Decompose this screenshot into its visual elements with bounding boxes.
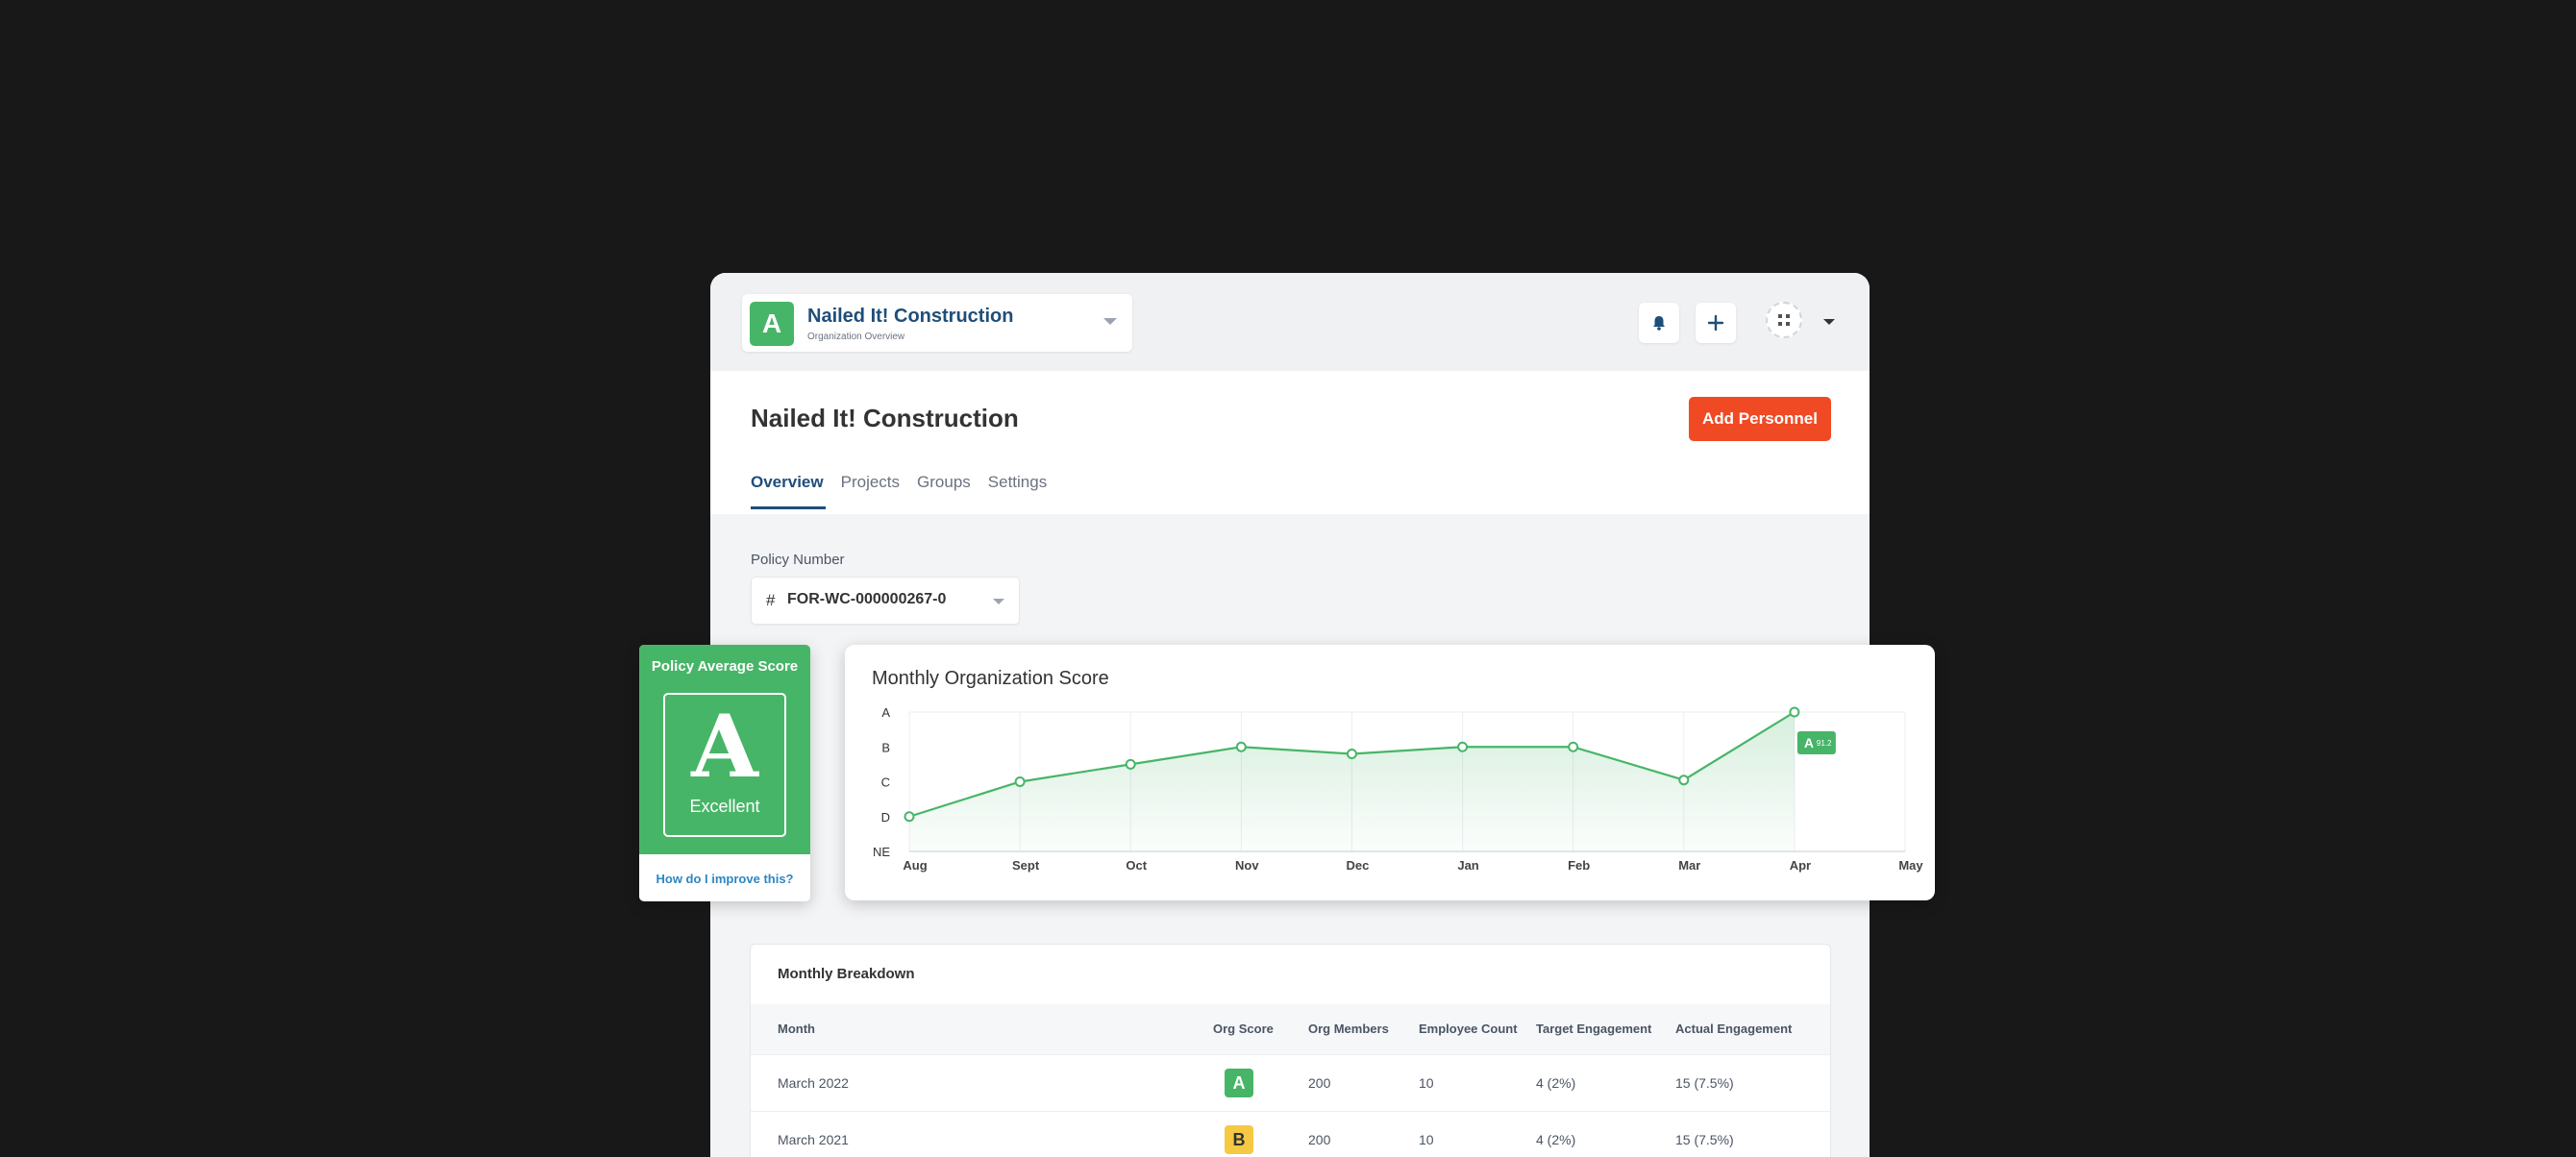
monthly-score-chart-card: Monthly Organization Score A B C D NE Aug Sept…	[845, 645, 1935, 900]
page-header: Nailed It! Construction Add Personnel Ov…	[710, 371, 1870, 514]
column-header-org-members: Org Members	[1308, 1022, 1389, 1036]
data-point	[1457, 741, 1469, 752]
column-header-org-score: Org Score	[1213, 1022, 1274, 1036]
cell-month: March 2022	[778, 1075, 849, 1091]
user-avatar[interactable]	[1766, 302, 1802, 338]
org-logo: A	[750, 302, 794, 346]
column-header-target-engagement: Target Engagement	[1536, 1022, 1652, 1036]
x-tick-label: Feb	[1568, 858, 1590, 873]
table-header-row: Month Org Score Org Members Employee Cou…	[751, 1004, 1830, 1054]
org-subtitle: Organization Overview	[807, 332, 905, 342]
cell-month: March 2021	[778, 1132, 849, 1147]
y-tick-label: NE	[873, 845, 890, 859]
policy-number-label: Policy Number	[751, 552, 845, 568]
monthly-breakdown-table: Monthly Breakdown Month Org Score Org Me…	[750, 944, 1831, 1157]
plus-icon	[1707, 314, 1724, 332]
cell-org-members: 200	[1308, 1132, 1331, 1147]
apps-icon	[1778, 314, 1790, 326]
x-tick-label: Sept	[1012, 858, 1040, 873]
data-point	[1014, 776, 1026, 787]
table-row[interactable]: March 2021 B 200 10 4 (2%) 15 (7.5%)	[751, 1111, 1830, 1157]
x-tick-label: Oct	[1126, 858, 1147, 873]
y-tick-label: C	[881, 775, 890, 790]
data-point	[1789, 706, 1800, 718]
org-name: Nailed It! Construction	[807, 306, 1014, 327]
tab-projects[interactable]: Projects	[841, 473, 900, 509]
org-switcher[interactable]: A Nailed It! Construction Organization O…	[742, 294, 1132, 352]
grade-badge: B	[1225, 1125, 1253, 1154]
tab-bar: Overview Projects Groups Settings	[751, 473, 1047, 509]
table-row[interactable]: March 2022 A 200 10 4 (2%) 15 (7.5%)	[751, 1054, 1830, 1111]
bell-icon	[1653, 316, 1665, 331]
tab-settings[interactable]: Settings	[988, 473, 1047, 509]
policy-number-value: FOR-WC-000000267-0	[787, 591, 947, 607]
data-point	[1678, 775, 1690, 786]
grade-badge: A	[1225, 1069, 1253, 1097]
cell-target-engagement: 4 (2%)	[1536, 1075, 1576, 1091]
add-button[interactable]	[1696, 303, 1736, 343]
score-grade-word: Excellent	[689, 797, 760, 816]
tab-groups[interactable]: Groups	[917, 473, 971, 509]
monthly-score-chart: ABCDNEAug Sept Oct Nov Dec Jan Feb Mar Apr MayA 91…	[873, 705, 1923, 873]
score-grade-box: A Excellent	[663, 693, 786, 837]
policy-number-select[interactable]: # FOR-WC-000000267-0	[751, 577, 1020, 625]
chevron-down-icon	[993, 599, 1004, 604]
user-menu-caret-icon[interactable]	[1823, 319, 1835, 325]
cell-employee-count: 10	[1419, 1075, 1434, 1091]
x-tick-label: Dec	[1347, 858, 1370, 873]
page-title: Nailed It! Construction	[751, 404, 1019, 432]
cell-target-engagement: 4 (2%)	[1536, 1132, 1576, 1147]
y-tick-label: A	[881, 705, 890, 720]
column-header-actual-engagement: Actual Engagement	[1675, 1022, 1793, 1036]
score-annotation-letter: A	[1804, 735, 1814, 751]
hash-icon: #	[766, 591, 776, 609]
data-point	[904, 811, 915, 823]
cell-org-members: 200	[1308, 1075, 1331, 1091]
score-grade-letter: A	[691, 696, 758, 798]
y-tick-label: D	[881, 810, 890, 825]
cell-actual-engagement: 15 (7.5%)	[1675, 1075, 1734, 1091]
chevron-down-icon	[1103, 318, 1117, 325]
cell-employee-count: 10	[1419, 1132, 1434, 1147]
tab-overview[interactable]: Overview	[751, 473, 826, 509]
y-tick-label: B	[881, 740, 890, 754]
x-tick-label: Apr	[1790, 858, 1811, 873]
data-point	[1235, 741, 1247, 752]
score-card-header: Policy Average Score A Excellent	[639, 645, 810, 854]
score-annotation-value: 91.2	[1817, 739, 1832, 748]
column-header-month: Month	[778, 1022, 815, 1036]
score-card-title: Policy Average Score	[651, 658, 799, 675]
data-point	[1346, 749, 1357, 759]
improve-score-link[interactable]: How do I improve this?	[639, 872, 810, 886]
x-tick-label: Nov	[1235, 858, 1259, 873]
cell-actual-engagement: 15 (7.5%)	[1675, 1132, 1734, 1147]
x-tick-label: Aug	[903, 858, 927, 873]
top-bar: A Nailed It! Construction Organization O…	[710, 273, 1870, 371]
breakdown-title: Monthly Breakdown	[778, 966, 915, 982]
add-personnel-button[interactable]: Add Personnel	[1689, 397, 1831, 441]
x-tick-label: Jan	[1457, 858, 1478, 873]
data-point	[1568, 741, 1579, 752]
notifications-button[interactable]	[1639, 303, 1679, 343]
data-point	[1125, 758, 1136, 770]
x-tick-label: Mar	[1678, 858, 1700, 873]
policy-average-score-card: Policy Average Score A Excellent How do …	[639, 645, 810, 901]
x-tick-label: May	[1898, 858, 1923, 873]
column-header-employee-count: Employee Count	[1419, 1022, 1518, 1036]
